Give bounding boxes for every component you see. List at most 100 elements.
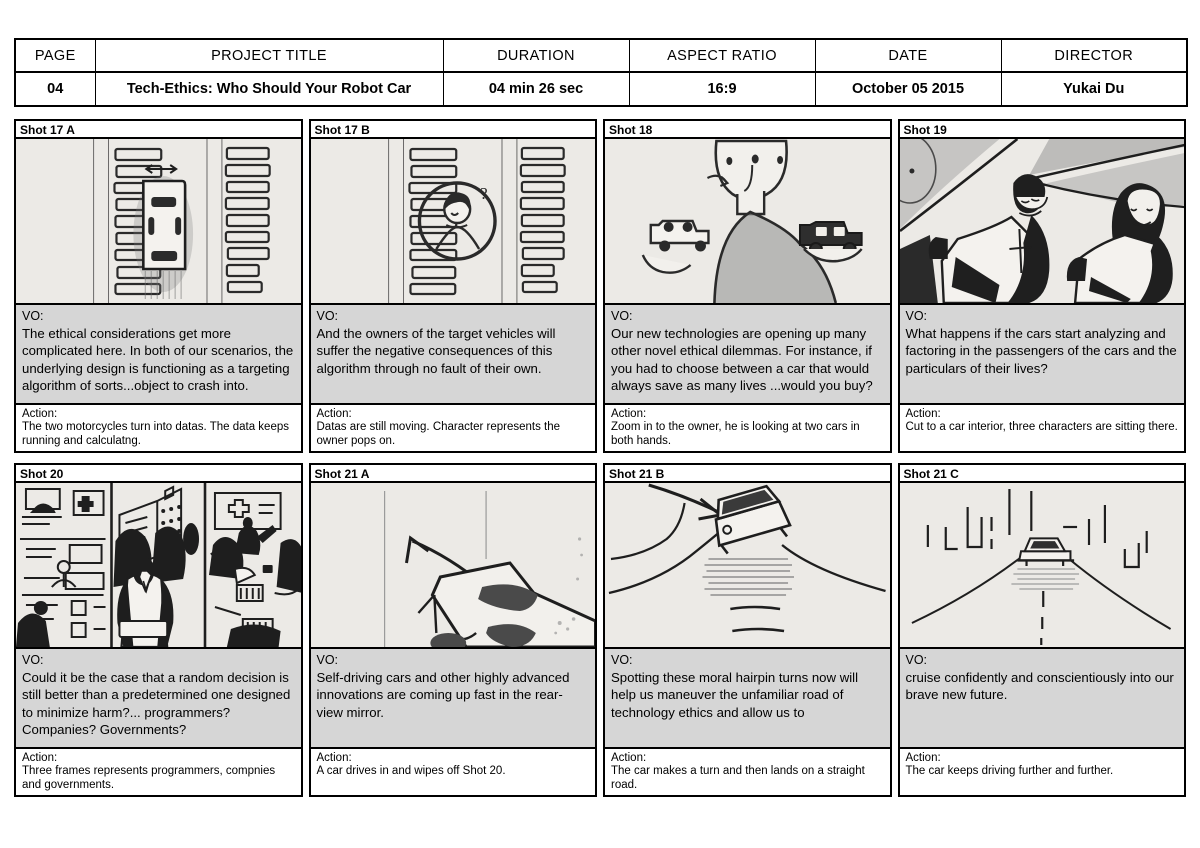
shot-frame-17b: ? [308, 137, 597, 305]
sketch-car-on-hilltop [605, 483, 890, 647]
header-value-aspect-ratio: 16:9 [628, 71, 816, 107]
action-box: Action: The two motorcycles turn into da… [14, 405, 303, 453]
header-label-director: DIRECTOR [1000, 38, 1188, 73]
vo-label: VO: [611, 309, 633, 323]
vo-label: VO: [22, 653, 44, 667]
storyboard-panel[interactable]: Shot 18 VO: Our new technologies are ope… [603, 119, 892, 453]
vo-box: VO: Our new technologies are opening up … [603, 305, 892, 405]
storyboard-panel[interactable]: Shot 19 VO: What happens if the cars sta… [897, 119, 1186, 453]
vo-label: VO: [316, 653, 339, 667]
sketch-car-enters-frame [310, 483, 595, 647]
vo-text: The ethical considerations get more comp… [22, 326, 294, 394]
action-text: The two motorcycles turn into datas. The… [22, 421, 289, 447]
shot-frame-18 [603, 137, 892, 305]
vo-text: Our new technologies are opening up many… [611, 326, 873, 394]
shot-frame-21c [897, 481, 1186, 649]
action-label: Action: [316, 752, 352, 764]
storyboard-grid: Shot 17 A VO: The ethical considerations… [14, 119, 1186, 797]
shot-frame-21a [308, 481, 597, 649]
storyboard-row-1: Shot 17 A VO: The ethical considerations… [14, 119, 1186, 453]
action-label: Action: [905, 408, 941, 420]
shot-frame-17a [14, 137, 303, 305]
storyboard-panel[interactable]: Shot 17 A VO: The ethical considerations… [14, 119, 303, 453]
vo-text: Spotting these moral hairpin turns now w… [611, 670, 859, 720]
shot-label: Shot 20 [14, 463, 303, 481]
shot-frame-19 [897, 137, 1186, 305]
header-value-director: Yukai Du [1000, 71, 1188, 107]
storyboard-page: PAGE PROJECT TITLE DURATION ASPECT RATIO… [0, 0, 1200, 848]
vo-label: VO: [316, 309, 339, 323]
storyboard-row-2: Shot 20 VO: Could it be the case that a … [14, 463, 1186, 797]
vo-box: VO: The ethical considerations get more … [14, 305, 303, 405]
vo-label: VO: [22, 309, 44, 323]
vo-text: Could it be the case that a random decis… [22, 670, 291, 738]
action-box: Action: The car makes a turn and then la… [603, 749, 892, 797]
shot-label: Shot 21 B [603, 463, 892, 481]
action-box: Action: Cut to a car interior, three cha… [897, 405, 1186, 453]
vo-text: What happens if the cars start analyzing… [905, 326, 1177, 376]
storyboard-header-table: PAGE PROJECT TITLE DURATION ASPECT RATIO… [14, 38, 1188, 107]
storyboard-panel[interactable]: Shot 21 C VO: cruise confidently and con… [897, 463, 1186, 797]
vo-label: VO: [905, 653, 928, 667]
header-label-page: PAGE [14, 38, 96, 73]
storyboard-panel[interactable]: Shot 17 B ? VO: And the owners of the ta… [308, 119, 597, 453]
action-label: Action: [316, 408, 352, 420]
vo-label: VO: [905, 309, 928, 323]
action-box: Action: Zoom in to the owner, he is look… [603, 405, 892, 453]
sketch-owner-portrait: ? [310, 139, 595, 303]
question-mark-icon: ? [480, 184, 488, 203]
action-text: The car makes a turn and then lands on a… [611, 765, 865, 791]
storyboard-panel[interactable]: Shot 20 VO: Could it be the case that a … [14, 463, 303, 797]
action-box: Action: A car drives in and wipes off Sh… [308, 749, 597, 797]
header-value-page: 04 [14, 71, 96, 107]
storyboard-panel[interactable]: Shot 21 A VO: Self-driving cars and othe… [308, 463, 597, 797]
action-label: Action: [22, 408, 58, 420]
header-label-date: DATE [814, 38, 1002, 73]
sketch-three-frames-stakeholders [16, 483, 301, 647]
header-label-title: PROJECT TITLE [94, 38, 444, 73]
action-text: Datas are still moving. Character repres… [316, 421, 561, 447]
shot-frame-21b [603, 481, 892, 649]
vo-box: VO: Could it be the case that a random d… [14, 649, 303, 749]
vo-text: Self-driving cars and other highly advan… [316, 670, 570, 720]
sketch-car-toward-skyline [899, 483, 1184, 647]
header-label-aspect-ratio: ASPECT RATIO [628, 38, 816, 73]
action-text: Three frames represents programmers, com… [22, 765, 276, 791]
header-label-duration: DURATION [442, 38, 630, 73]
sketch-top-down-road [16, 139, 301, 303]
shot-label: Shot 17 B [308, 119, 597, 137]
action-label: Action: [611, 752, 647, 764]
header-label-row: PAGE PROJECT TITLE DURATION ASPECT RATIO… [14, 38, 1188, 73]
vo-box: VO: cruise confidently and conscientious… [897, 649, 1186, 749]
action-text: Zoom in to the owner, he is looking at t… [611, 421, 860, 447]
action-label: Action: [905, 752, 941, 764]
header-value-duration: 04 min 26 sec [442, 71, 630, 107]
action-text: The car keeps driving further and furthe… [905, 765, 1114, 777]
shot-label: Shot 21 A [308, 463, 597, 481]
shot-label: Shot 21 C [897, 463, 1186, 481]
action-label: Action: [22, 752, 58, 764]
header-value-row: 04 Tech-Ethics: Who Should Your Robot Ca… [14, 71, 1188, 107]
vo-box: VO: Self-driving cars and other highly a… [308, 649, 597, 749]
header-value-date: October 05 2015 [814, 71, 1002, 107]
vo-box: VO: What happens if the cars start analy… [897, 305, 1186, 405]
vo-text: cruise confidently and conscientiously i… [905, 670, 1174, 703]
action-label: Action: [611, 408, 647, 420]
action-text: Cut to a car interior, three characters … [905, 421, 1178, 433]
sketch-person-two-cars [605, 139, 890, 303]
shot-frame-20 [14, 481, 303, 649]
action-box: Action: The car keeps driving further an… [897, 749, 1186, 797]
action-box: Action: Datas are still moving. Characte… [308, 405, 597, 453]
header-value-title: Tech-Ethics: Who Should Your Robot Car [94, 71, 444, 107]
vo-box: VO: Spotting these moral hairpin turns n… [603, 649, 892, 749]
sketch-car-interior-passengers [899, 139, 1184, 303]
action-box: Action: Three frames represents programm… [14, 749, 303, 797]
action-text: A car drives in and wipes off Shot 20. [316, 765, 506, 777]
vo-label: VO: [611, 653, 633, 667]
shot-label: Shot 17 A [14, 119, 303, 137]
storyboard-panel[interactable]: Shot 21 B VO: Spotting these moral hairp… [603, 463, 892, 797]
vo-text: And the owners of the target vehicles wi… [316, 326, 556, 376]
shot-label: Shot 19 [897, 119, 1186, 137]
vo-box: VO: And the owners of the target vehicle… [308, 305, 597, 405]
shot-label: Shot 18 [603, 119, 892, 137]
